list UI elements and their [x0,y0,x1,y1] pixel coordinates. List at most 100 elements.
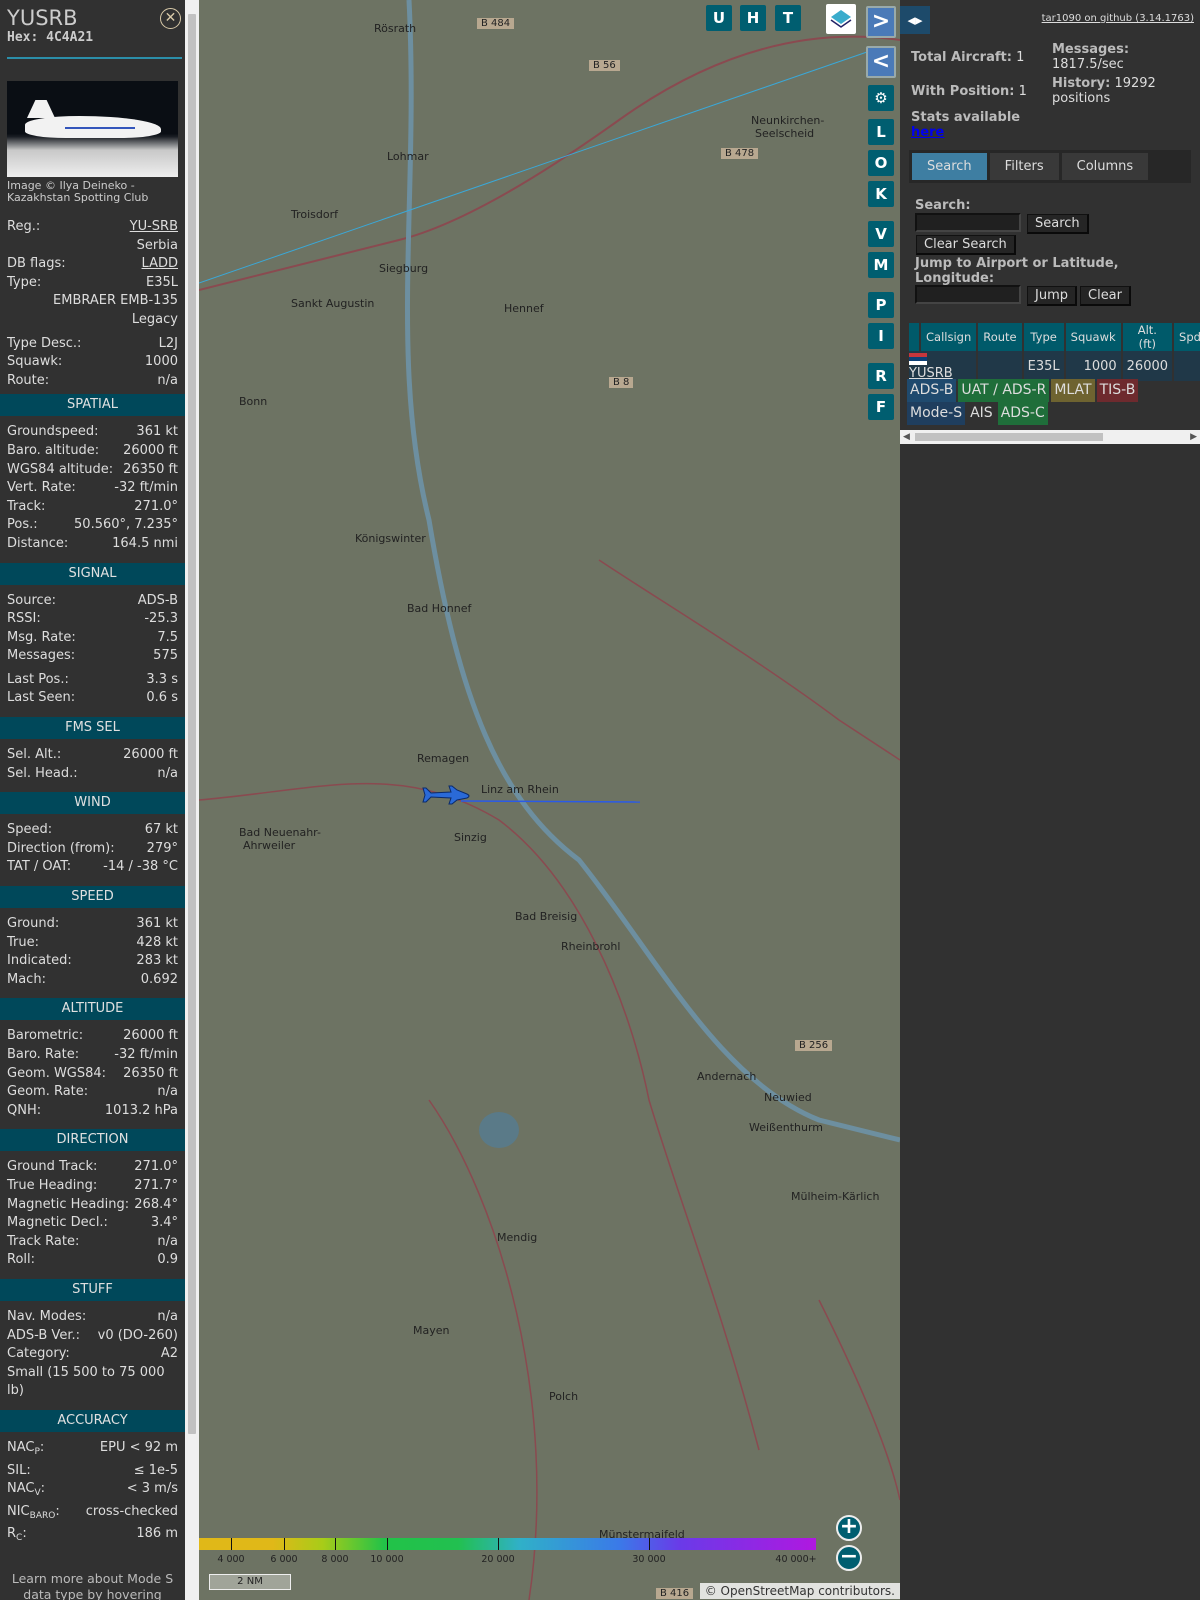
detail-label[interactable]: Distance: [7,535,68,554]
detail-label[interactable]: Barometric: [7,1027,83,1046]
detail-label[interactable]: Geom. Rate: [7,1083,88,1102]
detail-label[interactable]: Track Rate: [7,1233,79,1252]
map-button-p[interactable]: P [868,292,894,318]
zoom-in-button[interactable]: + [836,1515,862,1541]
column-header-callsign[interactable]: Callsign [921,323,977,351]
column-header-route[interactable]: Route [978,323,1022,351]
settings-gear-icon[interactable]: ⚙ [868,85,894,111]
detail-label[interactable]: Pos.: [7,516,38,535]
stats-link[interactable]: here [911,125,944,140]
map-attribution[interactable]: © OpenStreetMap contributors. [699,1583,900,1599]
detail-value[interactable]: LADD [142,255,178,274]
map-button-o[interactable]: O [868,150,894,176]
detail-label[interactable]: Sel. Head.: [7,765,78,784]
detail-label[interactable]: ADS-B Ver.: [7,1327,80,1346]
detail-label[interactable]: Indicated: [7,952,72,971]
detail-label[interactable]: RC: [7,1525,27,1548]
detail-value: 26350 ft [123,461,178,477]
detail-label[interactable]: Geom. WGS84: [7,1065,106,1084]
detail-label[interactable]: Magnetic Decl.: [7,1214,108,1233]
map-button-k[interactable]: K [868,181,894,207]
map-button-v[interactable]: V [868,221,894,247]
detail-label[interactable]: Ground Track: [7,1158,97,1177]
detail-rows: Reg.: YU-SRB Serbia DB flags: LADD Type: E35L E… [0,204,185,1600]
detail-label[interactable]: Baro. altitude: [7,442,99,461]
map-button-t[interactable]: T [775,5,801,31]
close-icon[interactable]: ✕ [160,8,181,29]
column-header-altitude[interactable]: Alt. (ft) [1122,323,1173,351]
detail-label[interactable]: Messages: [7,647,75,666]
map-button-r[interactable]: R [868,363,894,389]
detail-label[interactable]: QNH: [7,1102,41,1121]
table-row[interactable]: YUSRB E35L 1000 26000 [909,351,1200,381]
search-button[interactable]: Search [1027,214,1089,234]
map[interactable]: Rösrath Lohmar Troisdorf Siegburg Sankt Augu… [199,0,900,1600]
detail-label[interactable]: Direction (from): [7,840,115,859]
detail-label[interactable]: True: [7,934,39,953]
detail-label[interactable]: Sel. Alt.: [7,746,61,765]
scrollbar-thumb[interactable] [915,433,1103,441]
detail-row: Barometric: 26000 ft [7,1027,178,1046]
tab-columns[interactable]: Columns [1061,153,1149,180]
map-button-l[interactable]: L [868,119,894,145]
search-input[interactable] [915,213,1021,232]
aircraft-photo[interactable] [7,81,178,177]
detail-label[interactable]: Speed: [7,821,52,840]
tab-filters[interactable]: Filters [989,153,1059,180]
clear-button[interactable]: Clear [1080,286,1131,306]
detail-label[interactable]: NACP: [7,1439,44,1462]
detail-label[interactable]: Groundspeed: [7,423,98,442]
detail-label[interactable]: NACV: [7,1480,45,1503]
detail-value: 361 kt [136,916,178,932]
detail-label[interactable]: Roll: [7,1251,35,1270]
tab-search[interactable]: Search [912,153,987,180]
map-button-m[interactable]: M [868,252,894,278]
detail-label[interactable]: Last Seen: [7,689,75,708]
table-horizontal-scrollbar[interactable]: ◀ ▶ [900,430,1200,444]
detail-value[interactable]: YU-SRB [130,218,178,237]
detail-label[interactable]: RSSI: [7,610,41,629]
map-place-label: Siegburg [379,262,429,275]
detail-label: Reg.: [7,219,41,234]
detail-label[interactable]: WGS84 altitude: [7,461,113,480]
detail-label[interactable]: SIL: [7,1462,31,1481]
detail-label[interactable]: Magnetic Heading: [7,1196,129,1215]
scrollbar-thumb[interactable] [188,14,196,1434]
map-button-h[interactable]: H [740,5,766,31]
detail-label[interactable]: Source: [7,592,56,611]
toggle-sidebar-button[interactable]: ◂▸ [900,6,930,34]
detail-label: Squawk: [7,354,63,370]
github-link[interactable]: tar1090 on github (3.14.1763) [1042,13,1194,24]
left-scrollbar[interactable] [185,0,199,1600]
jump-input[interactable] [915,285,1021,304]
detail-label[interactable]: Baro. Rate: [7,1046,79,1065]
detail-label[interactable]: Nav. Modes: [7,1308,86,1327]
clear-search-button[interactable]: Clear Search [916,235,1016,255]
legend-tis-b: TIS-B [1096,379,1139,402]
detail-label[interactable]: Ground: [7,915,59,934]
column-header-squawk[interactable]: Squawk [1065,323,1121,351]
section-header-signal: SIGNAL [0,562,185,585]
layers-button[interactable] [826,4,856,34]
detail-label[interactable]: NICBARO: [7,1503,60,1526]
detail-label[interactable]: Vert. Rate: [7,479,76,498]
detail-label[interactable]: Mach: [7,971,46,990]
collapse-sidebar-button[interactable]: < [866,46,896,78]
detail-label[interactable]: True Heading: [7,1177,97,1196]
detail-label[interactable]: Category: [7,1345,70,1364]
detail-label[interactable]: TAT / OAT: [7,858,71,877]
map-button-f[interactable]: F [868,394,894,420]
detail-label[interactable]: Track: [7,498,45,517]
detail-label[interactable]: Last Pos.: [7,671,69,690]
column-header-speed[interactable]: Spd. [1174,323,1200,351]
column-header-flag[interactable] [909,323,919,351]
expand-sidebar-button[interactable]: > [866,6,896,38]
map-button-i[interactable]: I [868,323,894,349]
jump-button[interactable]: Jump [1027,286,1077,306]
map-button-u[interactable]: U [706,5,732,31]
detail-label[interactable]: Msg. Rate: [7,629,76,648]
zoom-out-button[interactable]: − [836,1545,862,1571]
detail-label[interactable]: Small (15 500 to 75 000 lb) [7,1364,178,1401]
column-header-type[interactable]: Type [1023,323,1064,351]
